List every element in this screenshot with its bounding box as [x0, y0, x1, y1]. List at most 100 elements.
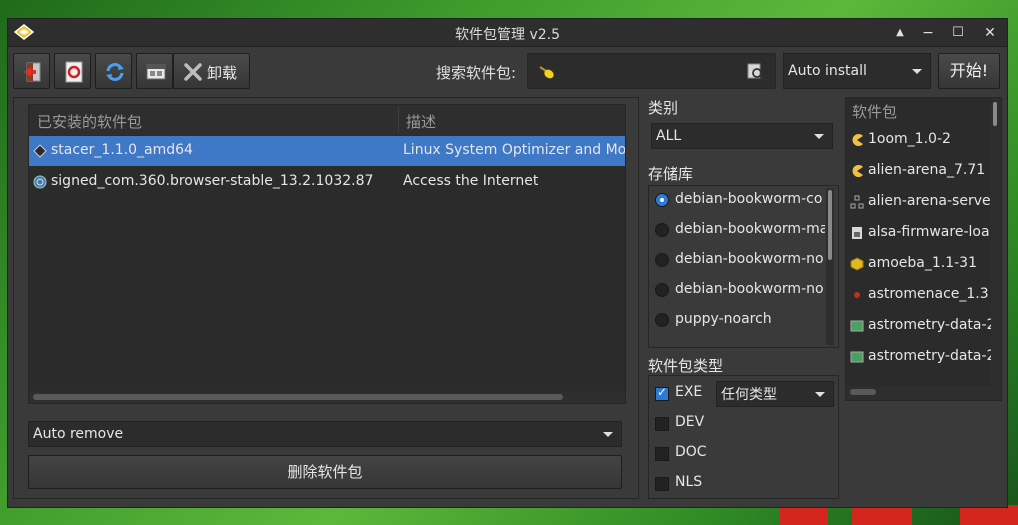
repo-radio-item[interactable]: debian-bookworm-no	[655, 276, 825, 306]
row-name: signed_com.360.browser-stable_13.2.1032.…	[51, 173, 374, 189]
window-list-icon	[146, 64, 166, 80]
check-label: DOC	[675, 444, 707, 460]
scrollbar-thumb[interactable]	[993, 102, 997, 126]
shade-window-button[interactable]: ▲	[890, 23, 910, 43]
repo-radio-item[interactable]: puppy-noarch	[655, 306, 825, 336]
pacman-icon	[852, 165, 863, 177]
package-box-icon	[850, 351, 864, 363]
package-name: astromenace_1.3	[868, 286, 989, 302]
list-item[interactable]: alien-arena-serve	[846, 187, 996, 218]
broom-clear-icon[interactable]	[538, 63, 556, 81]
packages-horizontal-scrollbar[interactable]	[846, 386, 1001, 400]
installed-packages-table[interactable]: 已安装的软件包 描述 stacer_1.1.0_amd64 Linux Syst…	[28, 104, 626, 404]
minimize-button[interactable]: −	[918, 23, 938, 43]
uninstall-label: 卸载	[207, 64, 238, 82]
start-button[interactable]: 开始!	[938, 53, 1000, 89]
package-type-select[interactable]: 任何类型	[716, 381, 834, 407]
delete-package-button[interactable]: 删除软件包	[28, 455, 622, 489]
scrollbar-thumb[interactable]	[33, 394, 563, 400]
pkgtype-title: 软件包类型	[648, 357, 724, 375]
chevron-down-icon	[912, 69, 922, 74]
packages-vertical-scrollbar[interactable]	[991, 98, 1001, 386]
radio-button[interactable]	[655, 313, 669, 327]
available-packages-list[interactable]: 软件包 1oom_1.0-2 alien-arena_7.71 alien-ar…	[845, 97, 1002, 401]
remove-mode-select[interactable]: Auto remove	[28, 421, 622, 447]
checkbox[interactable]	[655, 447, 669, 461]
search-field[interactable]	[527, 53, 776, 89]
package-box-icon	[850, 320, 864, 332]
packages-header: 软件包	[852, 103, 898, 121]
table-row[interactable]: signed_com.360.browser-stable_13.2.1032.…	[29, 167, 625, 197]
search-icon[interactable]	[747, 63, 765, 81]
row-desc: Linux System Optimizer and Mo	[403, 142, 625, 158]
checkbox[interactable]	[655, 477, 669, 491]
radio-button[interactable]	[655, 283, 669, 297]
refresh-icon	[106, 63, 124, 81]
check-label: EXE	[675, 384, 703, 400]
cube-icon	[850, 257, 864, 271]
chevron-down-icon	[603, 432, 613, 437]
search-input[interactable]	[558, 60, 742, 84]
pacman-icon	[852, 134, 863, 146]
exit-button[interactable]	[13, 53, 50, 89]
package-name: 1oom_1.0-2	[868, 131, 951, 147]
row-name: stacer_1.1.0_amd64	[51, 142, 193, 158]
remove-mode-value: Auto remove	[33, 426, 124, 442]
empty-area	[845, 401, 1002, 499]
repo-label: debian-bookworm-co	[675, 191, 823, 207]
list-item[interactable]: 1oom_1.0-2	[846, 125, 996, 156]
package-name: alien-arena_7.71	[868, 162, 986, 178]
horizontal-scrollbar[interactable]	[29, 391, 625, 403]
list-item[interactable]: amoeba_1.1-31	[846, 249, 996, 280]
table-row[interactable]: stacer_1.1.0_amd64 Linux System Optimize…	[29, 136, 625, 166]
help-button[interactable]	[54, 53, 91, 89]
repo-label: debian-bookworm-no	[675, 281, 824, 297]
column-header-name[interactable]: 已安装的软件包	[37, 111, 142, 132]
repo-radio-item[interactable]: debian-bookworm-no	[655, 246, 825, 276]
repo-radio-item[interactable]: debian-bookworm-ma	[655, 216, 825, 246]
x-icon	[184, 63, 202, 81]
check-label: NLS	[675, 474, 703, 490]
check-nls[interactable]: NLS	[655, 471, 735, 497]
radio-button[interactable]	[655, 253, 669, 267]
list-item[interactable]: alien-arena_7.71	[846, 156, 996, 187]
search-label: 搜索软件包:	[436, 64, 517, 82]
repos-scrollbar[interactable]	[826, 188, 834, 345]
refresh-button[interactable]	[95, 53, 132, 89]
table-header: 已安装的软件包 描述	[29, 105, 625, 135]
window-title: 软件包管理 v2.5	[455, 27, 560, 43]
scrollbar-thumb[interactable]	[850, 389, 876, 395]
list-item[interactable]: alsa-firmware-loa	[846, 218, 996, 249]
package-name: amoeba_1.1-31	[868, 255, 977, 271]
list-item[interactable]: astrometry-data-2	[846, 311, 996, 342]
checkbox[interactable]	[655, 385, 669, 401]
package-name: astrometry-data-2	[868, 348, 992, 364]
checkbox[interactable]	[655, 417, 669, 431]
exit-icon	[24, 62, 41, 82]
close-button[interactable]: ✕	[980, 23, 1000, 43]
column-header-desc[interactable]: 描述	[406, 111, 436, 132]
uninstall-button[interactable]: 卸载	[173, 53, 250, 89]
list-item[interactable]: astromenace_1.3	[846, 280, 996, 311]
repo-label: puppy-noarch	[675, 311, 772, 327]
radio-button[interactable]	[655, 223, 669, 237]
repo-label: debian-bookworm-no	[675, 251, 824, 267]
category-title: 类别	[648, 99, 679, 117]
package-name: alien-arena-serve	[868, 193, 991, 209]
maximize-button[interactable]: ☐	[948, 23, 968, 43]
title-bar[interactable]: 软件包管理 v2.5 ▲ − ☐ ✕	[8, 19, 1007, 47]
check-doc[interactable]: DOC	[655, 441, 735, 467]
star-icon	[854, 292, 860, 298]
repository-button[interactable]	[136, 53, 173, 89]
column-separator	[398, 107, 399, 133]
repo-radio-item[interactable]: debian-bookworm-co	[655, 186, 825, 216]
list-item[interactable]: astrometry-data-2	[846, 342, 996, 373]
radio-button[interactable]	[655, 193, 669, 207]
chevron-down-icon	[814, 134, 824, 139]
install-mode-value: Auto install	[788, 63, 867, 79]
install-mode-select[interactable]: Auto install	[783, 53, 931, 89]
package-diamond-icon	[33, 144, 47, 158]
category-select[interactable]: ALL	[651, 123, 833, 149]
scrollbar-thumb[interactable]	[828, 190, 832, 260]
check-dev[interactable]: DEV	[655, 411, 735, 437]
